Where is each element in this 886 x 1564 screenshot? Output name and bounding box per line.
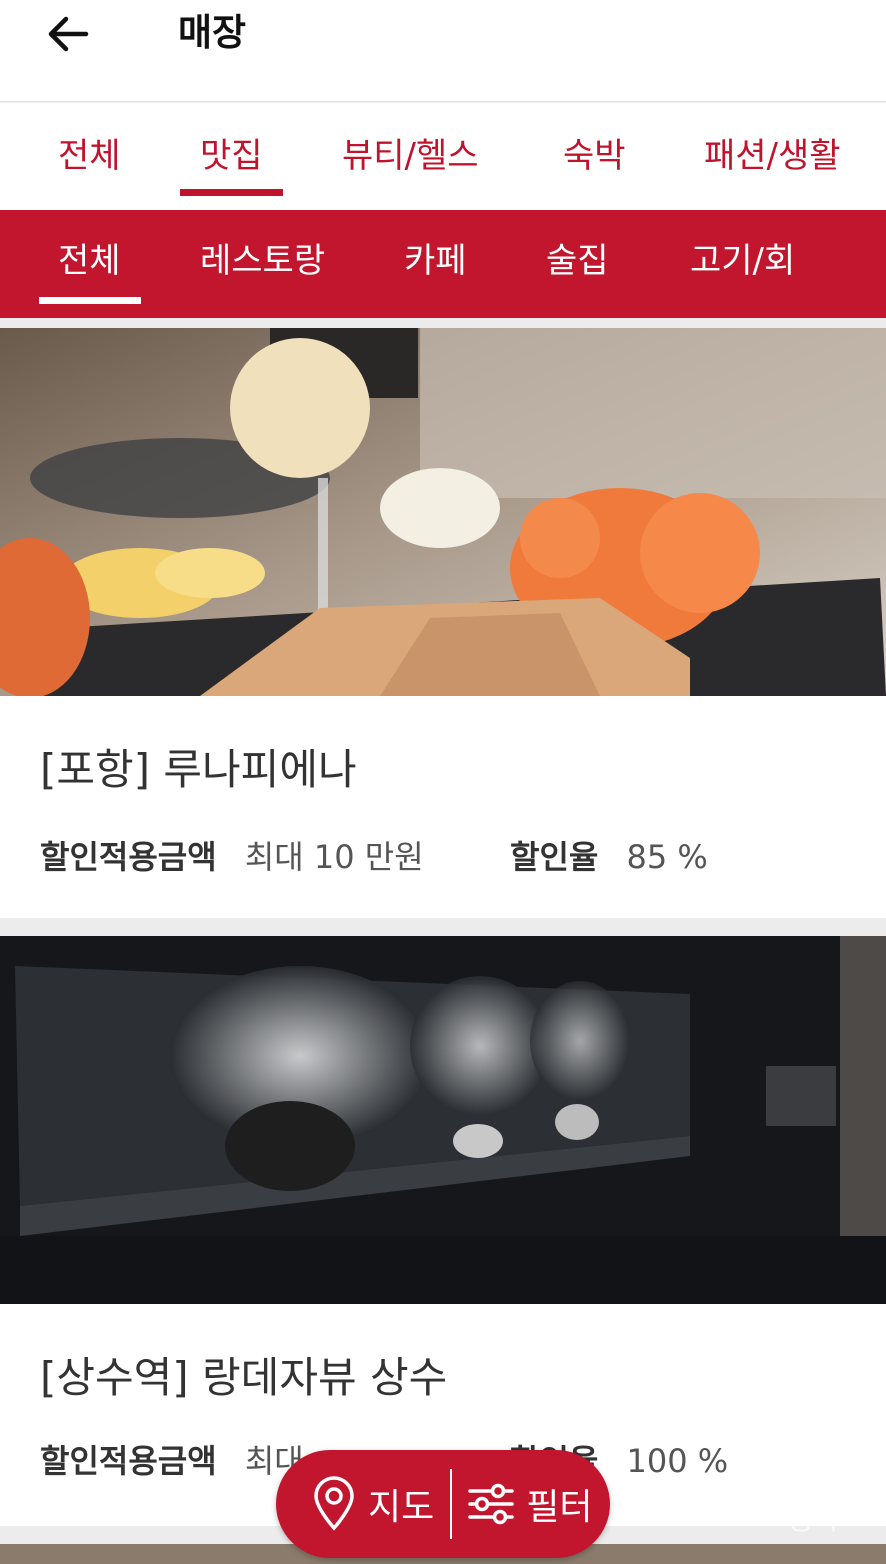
store-photo	[0, 328, 886, 696]
page-title: 매장	[178, 11, 247, 54]
map-label: 지도	[368, 1487, 435, 1528]
tab-all[interactable]: 전체	[58, 131, 121, 181]
watermark: 송하	[788, 1503, 840, 1536]
discount-rate-row: 할인율 85 %	[510, 834, 708, 880]
filter-label: 필터	[526, 1487, 593, 1528]
discount-amount-value: 최대 10 만원	[244, 838, 424, 876]
sliders-icon	[468, 1483, 514, 1525]
subtab-cafe[interactable]: 카페	[404, 236, 467, 286]
app-header: 매장	[0, 0, 886, 102]
discount-amount-row: 할인적용금액 최대 10 만원	[40, 834, 424, 880]
tab-beauty-health[interactable]: 뷰티/헬스	[342, 131, 479, 181]
discount-rate-label: 할인율	[510, 838, 599, 876]
tab-lodging[interactable]: 숙박	[563, 131, 626, 181]
discount-amount-label: 할인적용금액	[40, 1442, 217, 1480]
arrow-left-icon	[48, 16, 89, 52]
active-tab-indicator	[180, 189, 283, 196]
active-subtab-indicator	[39, 297, 141, 304]
map-filter-fab: 지도 필터	[276, 1450, 610, 1558]
category-tab-bar: 전체 맛집 뷰티/헬스 숙박 패션/생활	[0, 103, 886, 210]
subcategory-tab-bar: 전체 레스토랑 카페 술집 고기/회	[0, 210, 886, 318]
subtab-restaurant[interactable]: 레스토랑	[200, 236, 325, 286]
tab-restaurants[interactable]: 맛집	[200, 131, 263, 181]
map-button[interactable]: 지도	[312, 1476, 434, 1532]
filter-button[interactable]: 필터	[468, 1478, 593, 1530]
subtab-meat-sashimi[interactable]: 고기/회	[690, 236, 795, 286]
discount-rate-value: 85 %	[626, 838, 708, 876]
subtab-bar[interactable]: 술집	[546, 236, 609, 286]
map-pin-icon	[314, 1476, 354, 1531]
store-name: [상수역] 랑데자뷰 상수	[40, 1353, 448, 1402]
back-button[interactable]	[38, 8, 98, 60]
store-photo	[0, 936, 886, 1304]
store-name: [포항] 루나피에나	[40, 745, 357, 794]
discount-amount-label: 할인적용금액	[40, 838, 217, 876]
tab-fashion-life[interactable]: 패션/생활	[704, 131, 841, 181]
store-card[interactable]: [포항] 루나피에나 할인적용금액 최대 10 만원 할인율 85 %	[0, 328, 886, 918]
fab-divider	[450, 1469, 453, 1539]
discount-rate-value: 100 %	[626, 1442, 729, 1480]
discount-amount-row: 할인적용금액 최대	[40, 1438, 304, 1484]
subtab-all[interactable]: 전체	[58, 236, 121, 286]
store-card[interactable]: [상수역] 랑데자뷰 상수 할인적용금액 최대 할인율 100 %	[0, 936, 886, 1526]
